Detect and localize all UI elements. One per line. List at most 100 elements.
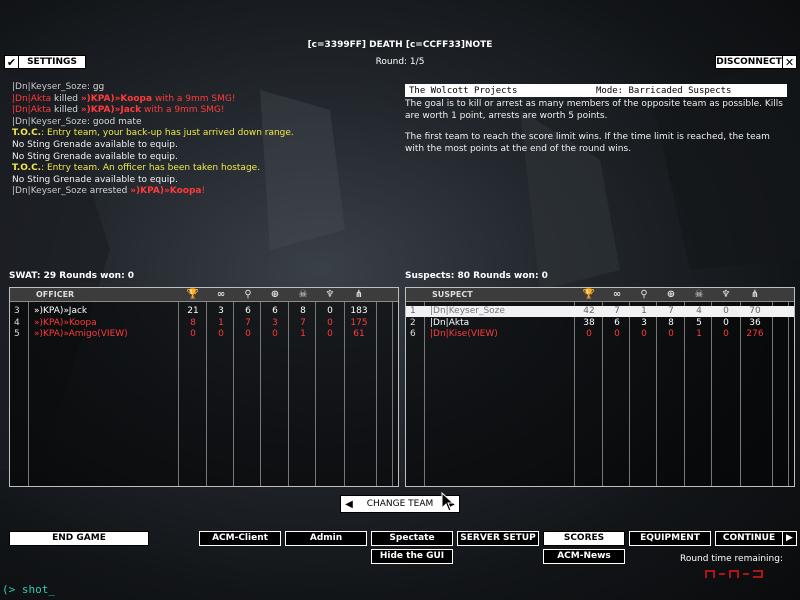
stat-cell: 0 bbox=[586, 329, 592, 339]
stat-cell: 0 bbox=[218, 329, 224, 339]
scoreboard-row[interactable]: 3 »)KPA)»Jack 21 3 6 6 8 0 183 bbox=[10, 306, 398, 317]
stat-cell: 8 bbox=[668, 317, 674, 328]
chat-text: arrested bbox=[86, 186, 131, 197]
continue-button[interactable]: CONTINUE ▶ bbox=[715, 531, 797, 546]
stat-cell: 38 bbox=[583, 317, 595, 328]
chat-text: : Entry team, your back-up has just arri… bbox=[41, 128, 294, 139]
handcuffs-icon: ∞ bbox=[612, 289, 622, 300]
check-icon: ✔ bbox=[5, 55, 19, 69]
chat-text: »)KPA)»Koopa bbox=[80, 93, 153, 104]
settings-label: SETTINGS bbox=[27, 57, 77, 67]
hide-gui-button[interactable]: Hide the GUI bbox=[371, 549, 453, 564]
server-setup-button[interactable]: SERVER SETUP bbox=[457, 531, 539, 546]
stat-cell: 1 bbox=[641, 306, 647, 316]
stat-cell: 0 bbox=[272, 329, 278, 339]
chat-text: »)KPA)»Jack bbox=[80, 105, 142, 116]
stat-cell: 1 bbox=[218, 317, 224, 328]
stat-cell: 8 bbox=[300, 306, 306, 316]
stat-cell: 61 bbox=[353, 329, 365, 339]
chat-line: |Dn|Keyser_Soze: good mate bbox=[12, 117, 402, 129]
player-number: 3 bbox=[14, 306, 20, 316]
network-icon: ⋔ bbox=[750, 289, 760, 300]
win-condition: The first team to reach the score limit … bbox=[405, 132, 770, 154]
stat-cell: 21 bbox=[187, 306, 199, 316]
player-number: 2 bbox=[410, 317, 416, 328]
stat-cell: 70 bbox=[749, 306, 761, 316]
acm-news-button[interactable]: ACM-News bbox=[543, 549, 625, 564]
scores-button[interactable]: SCORES bbox=[543, 531, 625, 546]
stat-cell: 0 bbox=[327, 329, 333, 339]
stat-cell: 3 bbox=[218, 306, 224, 316]
player-number: 4 bbox=[14, 317, 20, 328]
chat-text: T.O.C. bbox=[12, 128, 42, 139]
stat-cell: 8 bbox=[190, 317, 196, 328]
chat-line: No Sting Grenade available to equip. bbox=[12, 175, 402, 187]
stat-cell: 0 bbox=[723, 306, 729, 316]
stat-cell: 6 bbox=[614, 317, 620, 328]
player-number: 5 bbox=[14, 329, 20, 339]
trophy-icon: 🏆 bbox=[186, 289, 200, 300]
disconnect-button[interactable]: DISCONNECT ✕ bbox=[715, 55, 797, 69]
admin-button[interactable]: Admin bbox=[285, 531, 367, 546]
play-icon: ▶ bbox=[782, 532, 796, 545]
scoreboard-header: OFFICER 🏆 ∞ ⚲ ⊕ ☠ ♆ ⋔ bbox=[10, 288, 398, 302]
stat-cell: 42 bbox=[583, 306, 595, 316]
spectate-button[interactable]: Spectate bbox=[371, 531, 453, 546]
stat-cell: 0 bbox=[668, 329, 674, 339]
chat-text: No Sting Grenade available to equip. bbox=[12, 151, 178, 162]
stat-cell: 175 bbox=[350, 317, 368, 328]
chat-text: |Dn|Keyser_Soze bbox=[12, 82, 87, 92]
chat-line: |Dn|Akta killed »)KPA)»Koopa with a 9mm … bbox=[12, 94, 402, 106]
medal-icon: ♆ bbox=[721, 289, 731, 300]
stat-cell: 0 bbox=[327, 317, 333, 328]
stat-cell: 7 bbox=[614, 306, 620, 316]
chat-text: »)KPA)»Koopa bbox=[130, 186, 202, 197]
round-timer-display bbox=[705, 570, 763, 578]
chat-text: |Dn|Akta bbox=[12, 105, 52, 116]
stat-cell: 7 bbox=[245, 317, 251, 328]
stat-cell: 0 bbox=[190, 329, 196, 339]
chat-text: with a 9mm SMG! bbox=[152, 93, 236, 104]
stat-cell: 276 bbox=[746, 329, 764, 339]
mode-description: The goal is to kill or arrest as many me… bbox=[405, 99, 783, 121]
mode-info-header: The Wolcott Projects Mode: Barricaded Su… bbox=[405, 84, 787, 97]
settings-button[interactable]: ✔ SETTINGS bbox=[4, 55, 86, 69]
player-name: |Dn|Akta bbox=[430, 317, 470, 328]
acm-client-button[interactable]: ACM-Client bbox=[199, 531, 281, 546]
stat-cell: 3 bbox=[641, 317, 647, 328]
equipment-button[interactable]: EQUIPMENT bbox=[629, 531, 711, 546]
chat-text: ! bbox=[201, 186, 206, 197]
scoreboard-row[interactable]: 1 |Dn|Keyser_Soze 42 7 1 7 4 0 70 bbox=[406, 306, 794, 317]
stat-cell: 0 bbox=[723, 329, 729, 339]
console-input[interactable]: (> shot_ bbox=[2, 583, 55, 596]
stat-cell: 4 bbox=[696, 306, 702, 316]
scoreboard-row[interactable]: 6 |Dn|Kise(VIEW) 0 0 0 0 1 0 276 bbox=[406, 329, 794, 340]
change-team-label: CHANGE TEAM bbox=[366, 499, 434, 509]
scoreboard-header: SUSPECT 🏆 ∞ ⚲ ⊕ ☠ ♆ ⋔ bbox=[406, 288, 794, 302]
scoreboard-row[interactable]: 5 »)KPA)»Amigo(VIEW) 0 0 0 0 1 0 61 bbox=[10, 329, 398, 340]
player-number: 6 bbox=[410, 329, 416, 339]
chat-line: |Dn|Keyser_Soze: gg bbox=[12, 82, 402, 94]
end-game-button[interactable]: END GAME bbox=[9, 531, 149, 546]
scoreboard-row[interactable]: 2 |Dn|Akta 38 6 3 8 5 0 36 bbox=[406, 318, 794, 329]
player-name: |Dn|Keyser_Soze bbox=[430, 306, 505, 316]
chat-line: No Sting Grenade available to equip. bbox=[12, 140, 402, 152]
chat-text: No Sting Grenade available to equip. bbox=[12, 174, 178, 185]
crosshair-icon: ⊕ bbox=[270, 289, 280, 300]
player-name: »)KPA)»Koopa bbox=[34, 317, 97, 328]
player-name: »)KPA)»Amigo(VIEW) bbox=[34, 329, 128, 339]
column-header-name: SUSPECT bbox=[432, 290, 473, 299]
crosshair-icon: ⊕ bbox=[666, 289, 676, 300]
player-name: »)KPA)»Jack bbox=[34, 306, 88, 316]
stat-cell: 0 bbox=[245, 329, 251, 339]
stat-cell: 1 bbox=[300, 329, 306, 339]
mode-info-panel: The Wolcott Projects Mode: Barricaded Su… bbox=[405, 84, 787, 165]
swat-team-label: SWAT: 29 Rounds won: 0 bbox=[9, 271, 135, 281]
scoreboard-row[interactable]: 4 »)KPA)»Koopa 8 1 7 3 7 0 175 bbox=[10, 318, 398, 329]
chat-line: T.O.C.: Entry team. An officer has been … bbox=[12, 163, 402, 175]
trophy-icon: 🏆 bbox=[582, 289, 596, 300]
skull-icon: ☠ bbox=[694, 289, 704, 300]
stat-cell: 7 bbox=[668, 306, 674, 316]
mouse-cursor-icon bbox=[441, 492, 455, 512]
skull-icon: ☠ bbox=[298, 289, 308, 300]
